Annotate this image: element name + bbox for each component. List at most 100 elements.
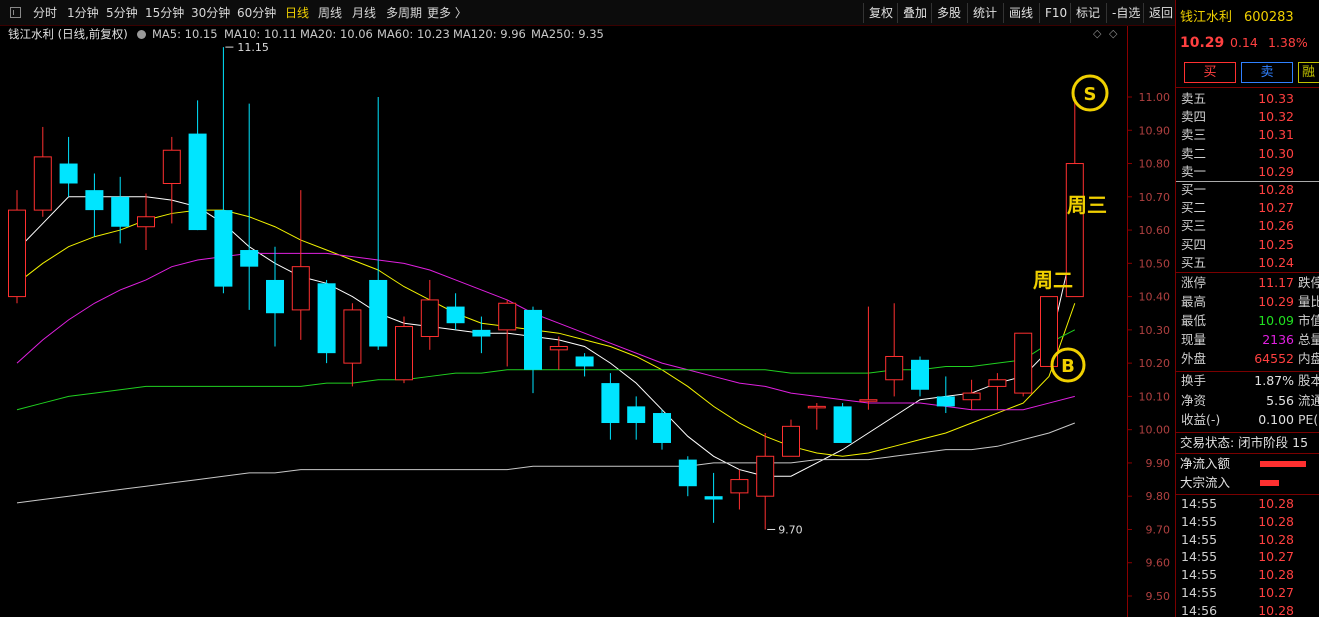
candle-body-up [988,379,1007,387]
tab-30min[interactable]: 30分钟 [191,0,230,26]
y-tick-label: 10.90 [1139,124,1171,137]
candle-body-down [240,250,259,267]
buy-button[interactable]: 买 [1184,62,1236,83]
statistics-button[interactable]: 统计 [967,3,1002,23]
tick-row-label: 14:55 [1181,549,1218,565]
bid-row-label: 买五 [1181,254,1207,270]
bid-row: 买五 10.24 [1176,254,1319,272]
tick-row-value: 10.27 [1258,549,1294,565]
stat-row-label: 净资 [1181,392,1207,408]
candle-body-down [266,279,284,314]
stat-row-label: 换手 [1181,373,1207,388]
stat-row-value: 5.56 [1266,392,1294,408]
candle-body-up [962,392,981,401]
high-price-label: 11.15 [237,41,269,54]
margin-button[interactable]: 融 [1298,62,1319,83]
divider [1176,432,1319,433]
y-tick-label: 9.50 [1146,590,1171,603]
candle-body-up [33,156,52,211]
stat-row-value: 10.29 [1258,294,1294,309]
stat-row-value: 64552 [1254,351,1294,366]
bid-row: 买二 10.27 [1176,199,1319,217]
ma5-label: MA5: 10.15 [152,27,218,41]
bid-row-value: 10.26 [1258,218,1294,234]
mark-button[interactable]: 标记 [1070,3,1105,23]
stat-row-label: 最高 [1181,294,1207,309]
y-tick-label: 10.50 [1139,257,1171,270]
stat-row-label-2: 跌停 [1298,275,1319,290]
candle-body-down [911,359,929,390]
tick-row-value: 10.28 [1258,531,1294,547]
y-tick-label: 9.80 [1146,490,1171,503]
tab-multi-period[interactable]: 多周期 [386,0,422,26]
multi-stock-button[interactable]: 多股 [931,3,966,23]
bid-row-label: 买一 [1181,182,1207,197]
overlay-button[interactable]: 叠加 [897,3,932,23]
back-button[interactable]: 返回 [1143,3,1178,23]
stat-row: 涨停 11.17 跌停 [1176,274,1319,292]
tick-row: 14:56 10.28 [1176,602,1319,617]
candle-body-up [1014,332,1033,394]
y-tick-label: 10.70 [1139,191,1171,204]
tab-daily[interactable]: 日线 [285,0,309,26]
restore-rights-button[interactable]: 复权 [863,3,898,23]
stat-row-label-2: 流通 [1298,392,1319,408]
y-tick-label: 10.00 [1139,424,1171,437]
diamond-icon[interactable]: ◇ [1093,26,1101,42]
tuesday-annotation: 周二 [1033,268,1073,292]
ask-row: 卖二 10.30 [1176,145,1319,163]
candle-body-down [214,210,233,287]
tick-row: 14:55 10.27 [1176,584,1319,602]
tab-weekly[interactable]: 周线 [318,0,342,26]
bid-row-label: 买四 [1181,236,1207,252]
candle-body-down [704,496,723,500]
tab-monthly[interactable]: 月线 [352,0,376,26]
stat-row-label: 外盘 [1181,351,1207,366]
candle-body-down [188,133,207,231]
tab-15min[interactable]: 15分钟 [145,0,184,26]
kline-chart-area[interactable]: 11.00 10.90 10.80 10.70 10.60 10.50 10.40 10.30… [0,26,1175,617]
candle-body-down [601,383,620,424]
ask-row-label: 卖五 [1181,91,1207,106]
candle-body-down [833,406,852,443]
bid-row-label: 买二 [1181,200,1207,216]
candle-body-up [859,399,878,402]
sell-button[interactable]: 卖 [1241,62,1293,83]
ma-line-ma120 [16,422,1075,504]
candle-body-down [111,196,130,227]
stat-row: 外盘 64552 内盘 [1176,350,1319,368]
tab-60min[interactable]: 60分钟 [237,0,276,26]
candle-body-up [549,346,568,351]
candle-body-up [291,266,310,311]
diamond-icon-2[interactable]: ◇ [1109,26,1117,42]
stat-row-value: 1.87% [1254,373,1294,388]
tick-row-label: 14:55 [1181,496,1218,511]
stat-row: 换手 1.87% 股本 [1176,372,1319,390]
candle-body-down [369,279,388,347]
tab-timeshare[interactable]: 分时 [33,0,57,26]
ask-row-value: 10.33 [1258,91,1294,106]
tab-more[interactable]: 更多 〉 [427,0,467,26]
settings-dot-icon[interactable] [137,30,146,39]
ask-row-value: 10.30 [1258,145,1294,161]
ma-line-ma5 [16,196,1076,477]
tab-1min[interactable]: 1分钟 [67,0,99,26]
tick-row: 14:55 10.27 [1176,548,1319,566]
divider [1176,87,1319,88]
draw-line-button[interactable]: 画线 [1003,3,1038,23]
candle-body-up [756,455,775,497]
sell-signal-label: S [1084,84,1097,105]
toolbar-toggle-icon[interactable] [10,7,21,18]
tick-row-label: 14:56 [1181,602,1218,617]
ma60-label: MA60: 10.23 [377,27,450,41]
tick-row: 14:55 10.28 [1176,531,1319,549]
stat-row: 收益(-) 0.100 PE(动) [1176,411,1319,429]
stat-row-label: 涨停 [1181,275,1207,290]
y-tick-label: 9.60 [1146,557,1171,570]
stock-code: 600283 [1244,10,1294,25]
f10-button[interactable]: F10 [1039,3,1072,23]
add-favorite-button[interactable]: -自选 [1106,3,1145,23]
chart-title: 钱江水利 (日线,前复权) [8,27,128,41]
tab-5min[interactable]: 5分钟 [106,0,138,26]
kline-chart[interactable]: 11.00 10.90 10.80 10.70 10.60 10.50 10.40 10.30… [0,26,1175,617]
